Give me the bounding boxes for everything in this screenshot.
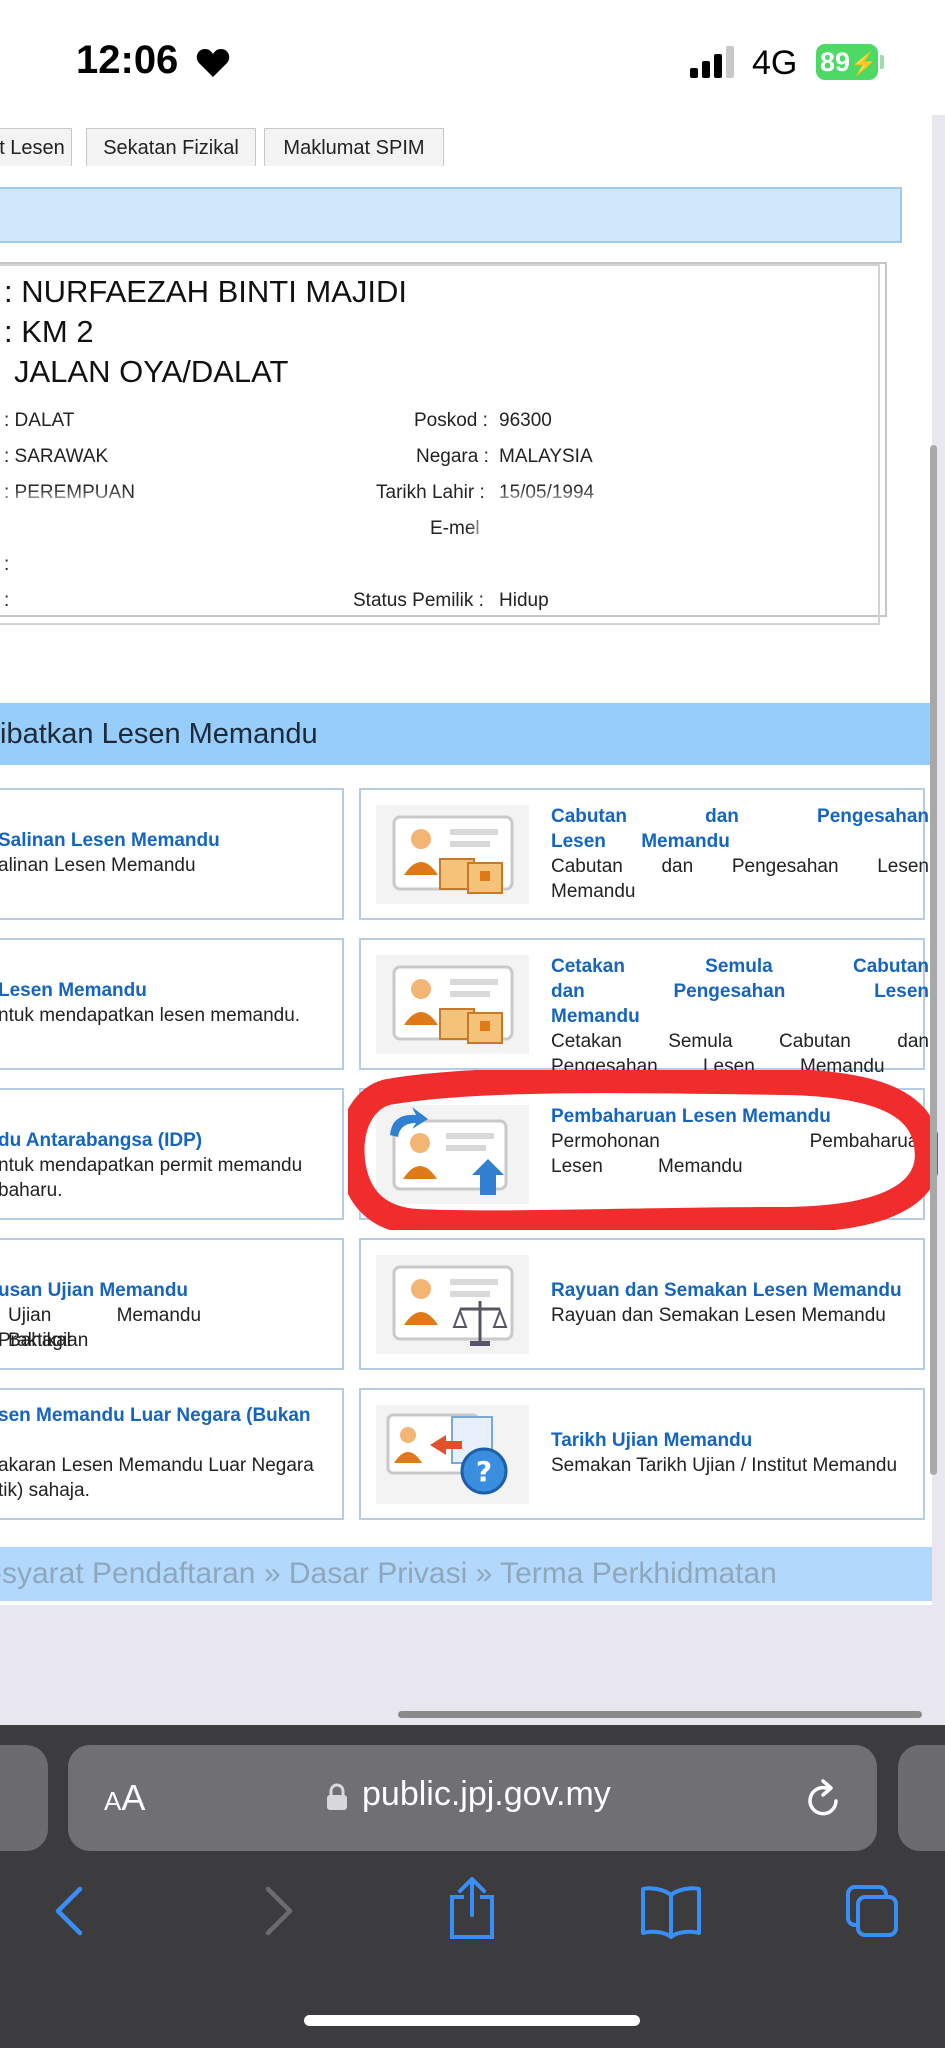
- tab-sekatan-fizikal[interactable]: Sekatan Fizikal: [86, 128, 256, 166]
- owner-city: : DALAT: [4, 410, 75, 431]
- card-desc: ntuk mendapatkan lesen memandu.: [0, 1005, 301, 1026]
- card-tarikh-ujian[interactable]: ? Tarikh Ujian Memandu Semakan Tarikh Uj…: [359, 1388, 925, 1520]
- card-cabutan-pengesahan[interactable]: Cabutan dan Pengesahan Lesen Memandu Cab…: [359, 788, 929, 920]
- signal-icon: [690, 46, 734, 78]
- card-title[interactable]: Cetakan Semula Cabutan dan Pengesahan Le…: [551, 954, 929, 1029]
- aa-big: A: [121, 1777, 146, 1818]
- aa-small: A: [104, 1786, 122, 1816]
- card-desc: Cabutan dan Pengesahan Lesen Memandu: [551, 856, 929, 902]
- card-rayuan-semakan[interactable]: Rayuan dan Semakan Lesen Memandu Rayuan …: [359, 1238, 925, 1370]
- email-label: E-mel: [430, 518, 480, 539]
- owner-address-2: JALAN OYA/DALAT: [14, 354, 289, 389]
- card-desc-line2: tik) sahaja.: [0, 1480, 90, 1501]
- redacted-email: [486, 506, 796, 550]
- vertical-scrollbar[interactable]: [930, 445, 937, 1475]
- tab-lesen[interactable]: t Lesen: [0, 128, 72, 166]
- country-label: Negara :: [416, 446, 489, 467]
- card-title[interactable]: Rayuan dan Semakan Lesen Memandu: [551, 1278, 929, 1303]
- owner-name: : NURFAEZAH BINTI MAJIDI: [4, 274, 408, 309]
- share-icon[interactable]: [444, 1875, 500, 1939]
- owner-state: : SARAWAK: [4, 446, 109, 467]
- info-header-bar: [0, 187, 902, 243]
- card-text: Cabutan dan Pengesahan Lesen Memandu Cab…: [551, 804, 929, 904]
- horizontal-scrollbar[interactable]: [398, 1711, 922, 1718]
- footer-link-terma[interactable]: Terma Perkhidmatan: [500, 1557, 777, 1590]
- owner-info-inner: : NURFAEZAH BINTI MAJIDI : KM 2 JALAN OY…: [0, 264, 880, 625]
- footer-links: -syarat Pendaftaran » Dasar Privasi » Te…: [0, 1547, 932, 1601]
- section-title: ibatkan Lesen Memandu: [0, 703, 932, 765]
- jpj-site: t Lesen Sekatan Fizikal Maklumat SPIM : …: [0, 115, 938, 1605]
- card-title[interactable]: Cabutan dan Pengesahan Lesen Memandu: [551, 804, 929, 854]
- network-type: 4G: [752, 44, 798, 82]
- battery-tip: [880, 55, 884, 69]
- heart-icon: [196, 49, 230, 77]
- card-title[interactable]: Tarikh Ujian Memandu: [551, 1428, 929, 1453]
- card-desc-line2: Praktikal: [0, 1330, 71, 1351]
- footer-link-syarat[interactable]: -syarat Pendaftaran: [0, 1557, 255, 1590]
- clock: 12:06: [76, 38, 179, 82]
- address-bar[interactable]: AA public.jpj.gov.my: [68, 1745, 877, 1851]
- card-desc: Semakan Tarikh Ujian / Institut Memandu: [551, 1455, 898, 1476]
- card-desc: ntuk mendapatkan permit memandu: [0, 1155, 303, 1176]
- footer-sep: »: [263, 1557, 281, 1590]
- url-text[interactable]: public.jpj.gov.my: [362, 1775, 611, 1814]
- card-text: Tarikh Ujian Memandu Semakan Tarikh Ujia…: [551, 1428, 929, 1478]
- card-desc-line2: baharu.: [0, 1180, 63, 1201]
- id-card-question-icon: ?: [376, 1405, 529, 1504]
- card-title[interactable]: Salinan Lesen Memandu: [0, 828, 343, 853]
- card-idp[interactable]: du Antarabangsa (IDP) ntuk mendapatkan p…: [0, 1088, 344, 1220]
- status-label: Status Pemilik :: [353, 590, 484, 611]
- card-keputusan-ujian[interactable]: usan Ujian Memandu Ujian Memandu Bahagia…: [0, 1238, 344, 1370]
- id-card-scale-icon: [376, 1255, 529, 1354]
- id-card-documents-icon: [376, 805, 529, 904]
- card-desc: Rayuan dan Semakan Lesen Memandu: [551, 1305, 886, 1326]
- reader-options-button[interactable]: AA: [104, 1777, 145, 1819]
- back-icon[interactable]: [44, 1883, 100, 1939]
- postcode-value: 96300: [499, 410, 552, 431]
- status-value: Hidup: [499, 590, 549, 611]
- card-lesen-luar-negara[interactable]: sen Memandu Luar Negara (Bukan akaran Le…: [0, 1388, 344, 1520]
- owner-blank-1: :: [4, 554, 10, 575]
- card-desc: akaran Lesen Memandu Luar Negara: [0, 1455, 314, 1476]
- owner-gender: : PEREMPUAN: [4, 482, 135, 503]
- svg-text:?: ?: [476, 1455, 492, 1488]
- battery-indicator: 89⚡: [816, 44, 878, 80]
- forward-icon[interactable]: [248, 1883, 304, 1939]
- battery-level: 89: [820, 47, 851, 77]
- owner-address-1: : KM 2: [4, 314, 94, 349]
- footer-sep: »: [475, 1557, 493, 1590]
- card-text: Cetakan Semula Cabutan dan Pengesahan Le…: [551, 954, 929, 1079]
- footer-link-dasar-privasi[interactable]: Dasar Privasi: [289, 1557, 467, 1590]
- tabs-icon[interactable]: [844, 1883, 900, 1939]
- status-bar: 12:06 4G 89⚡: [0, 0, 945, 115]
- red-annotation-circle: [348, 1070, 938, 1230]
- charging-icon: ⚡: [850, 51, 878, 76]
- card-desc: alinan Lesen Memandu: [0, 855, 196, 876]
- card-salinan-lesen[interactable]: Salinan Lesen Memandu alinan Lesen Meman…: [0, 788, 344, 920]
- redacted-field: [0, 506, 134, 550]
- bookmarks-icon[interactable]: [640, 1883, 702, 1939]
- owner-info-panel: : NURFAEZAH BINTI MAJIDI : KM 2 JALAN OY…: [0, 262, 887, 625]
- next-tab-peek[interactable]: [898, 1745, 945, 1851]
- postcode-label: Poskod :: [414, 410, 488, 431]
- dob-value: 15/05/1994: [499, 482, 595, 503]
- owner-blank-2: :: [4, 590, 10, 611]
- card-text: Rayuan dan Semakan Lesen Memandu Rayuan …: [551, 1278, 929, 1328]
- home-indicator[interactable]: [304, 2015, 640, 2026]
- card-title[interactable]: Lesen Memandu: [0, 978, 343, 1003]
- reload-icon[interactable]: [804, 1777, 844, 1821]
- previous-tab-peek[interactable]: [0, 1745, 48, 1851]
- tab-maklumat-spim[interactable]: Maklumat SPIM: [264, 128, 444, 166]
- card-cetakan-semula[interactable]: Cetakan Semula Cabutan dan Pengesahan Le…: [359, 938, 929, 1077]
- card-title[interactable]: sen Memandu Luar Negara (Bukan: [0, 1403, 343, 1428]
- id-card-documents-icon: [376, 955, 529, 1054]
- dob-label: Tarikh Lahir :: [376, 482, 485, 503]
- country-value: MALAYSIA: [499, 446, 593, 467]
- card-title[interactable]: usan Ujian Memandu: [0, 1278, 343, 1303]
- card-lesen-memandu[interactable]: Lesen Memandu ntuk mendapatkan lesen mem…: [0, 938, 344, 1070]
- lock-icon: [327, 1783, 347, 1810]
- card-title[interactable]: du Antarabangsa (IDP): [0, 1128, 343, 1153]
- web-content: t Lesen Sekatan Fizikal Maklumat SPIM : …: [0, 115, 945, 1725]
- browser-toolbar: AA public.jpj.gov.my: [0, 1725, 945, 2048]
